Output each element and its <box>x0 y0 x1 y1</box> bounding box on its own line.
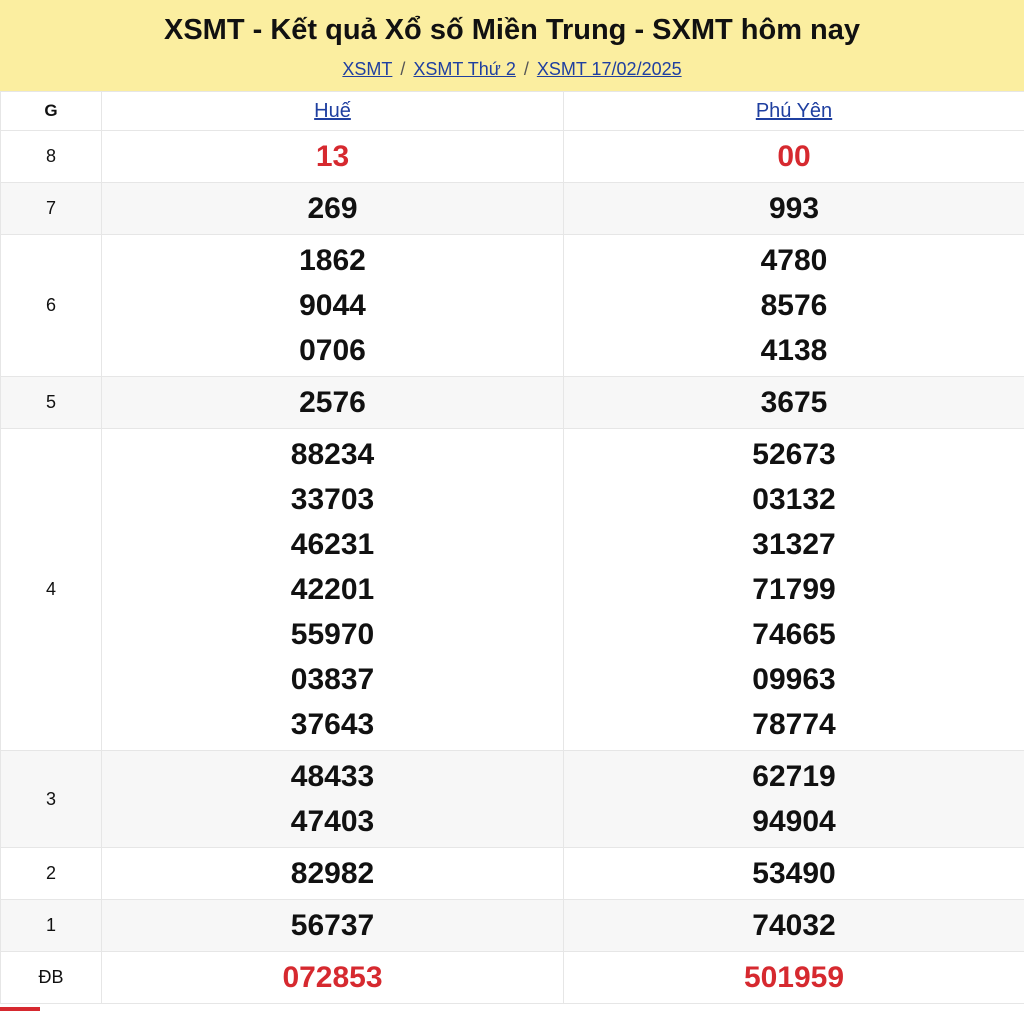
result-number: 2576 <box>299 386 366 419</box>
result-cell-phu-yen: 993 <box>563 182 1024 235</box>
result-cell-phu-yen: 00 <box>563 130 1024 183</box>
result-cell-phu-yen: 52673 03132 31327 71799 74665 09963 78774 <box>563 428 1024 751</box>
prize-label: 2 <box>0 847 102 900</box>
result-number: 53490 <box>752 857 836 890</box>
result-number: 71799 <box>752 573 836 606</box>
table-row: 5 2576 3675 <box>0 376 1024 429</box>
prize-label: 6 <box>0 234 102 377</box>
table-row: 2 82982 53490 <box>0 847 1024 900</box>
result-number: 48433 <box>290 760 375 793</box>
station-link-hue[interactable]: Huế <box>314 100 351 122</box>
table-row: 8 13 00 <box>0 130 1024 183</box>
result-cell-hue: 48433 47403 <box>101 750 564 848</box>
result-number: 31327 <box>752 528 836 561</box>
page-header: XSMT - Kết quả Xổ số Miền Trung - SXMT h… <box>0 0 1024 91</box>
result-cell-hue: 82982 <box>101 847 564 900</box>
prize-label: 3 <box>0 750 102 848</box>
result-number: 56737 <box>290 909 375 942</box>
decorative-red-bar <box>0 1007 40 1011</box>
result-cell-hue: 13 <box>101 130 564 183</box>
result-cell-phu-yen: 3675 <box>563 376 1024 429</box>
result-cell-hue: 56737 <box>101 899 564 952</box>
result-number: 82982 <box>290 857 375 890</box>
result-number: 13 <box>315 140 350 173</box>
table-row: 4 88234 33703 46231 42201 55970 03837 37643 5267… <box>0 428 1024 751</box>
result-cell-hue: 269 <box>101 182 564 235</box>
prize-label: 4 <box>0 428 102 751</box>
result-number: 47403 <box>290 805 375 838</box>
prize-label: 8 <box>0 130 102 183</box>
result-number: 94904 <box>752 805 836 838</box>
result-cell-phu-yen: 4780 8576 4138 <box>563 234 1024 377</box>
result-number: 42201 <box>290 573 375 606</box>
result-number: 1862 <box>299 244 366 277</box>
result-number: 46231 <box>290 528 375 561</box>
breadcrumb: XSMT / XSMT Thứ 2 / XSMT 17/02/2025 <box>0 57 1024 81</box>
result-number: 55970 <box>290 618 375 651</box>
result-number: 4138 <box>760 334 828 367</box>
prize-column-header: G <box>0 91 102 131</box>
result-number: 4780 <box>760 244 828 277</box>
result-cell-hue: 072853 <box>101 951 564 1004</box>
result-number: 74032 <box>752 909 836 942</box>
result-number: 00 <box>777 140 811 173</box>
result-number: 74665 <box>752 618 836 651</box>
prize-label: 1 <box>0 899 102 952</box>
breadcrumb-xsmt-date[interactable]: XSMT 17/02/2025 <box>537 59 682 79</box>
result-cell-phu-yen: 501959 <box>563 951 1024 1004</box>
result-cell-hue: 1862 9044 0706 <box>101 234 564 377</box>
result-number: 993 <box>768 192 820 225</box>
prize-label: 7 <box>0 182 102 235</box>
result-number: 501959 <box>743 961 845 994</box>
prize-label: 5 <box>0 376 102 429</box>
table-row: ĐB 072853 501959 <box>0 951 1024 1004</box>
result-number: 0706 <box>299 334 366 367</box>
breadcrumb-xsmt[interactable]: XSMT <box>342 59 392 79</box>
result-number: 072853 <box>282 961 383 994</box>
table-header-row: G Huế Phú Yên <box>0 91 1024 131</box>
result-number: 78774 <box>752 708 836 741</box>
table-row: 1 56737 74032 <box>0 899 1024 952</box>
breadcrumb-separator: / <box>523 59 529 79</box>
result-number: 88234 <box>290 438 375 471</box>
result-cell-phu-yen: 53490 <box>563 847 1024 900</box>
result-cell-hue: 88234 33703 46231 42201 55970 03837 37643 <box>101 428 564 751</box>
page-title: XSMT - Kết quả Xổ số Miền Trung - SXMT h… <box>163 14 861 46</box>
table-row: 3 48433 47403 62719 94904 <box>0 750 1024 848</box>
breadcrumb-xsmt-thu-2[interactable]: XSMT Thứ 2 <box>413 59 515 79</box>
station-link-phu-yen[interactable]: Phú Yên <box>756 100 832 122</box>
result-number: 52673 <box>752 438 836 471</box>
result-number: 03837 <box>290 663 375 696</box>
result-cell-phu-yen: 74032 <box>563 899 1024 952</box>
result-cell-phu-yen: 62719 94904 <box>563 750 1024 848</box>
result-number: 33703 <box>290 483 375 516</box>
station-header-hue: Huế <box>101 91 564 131</box>
result-number: 8576 <box>760 289 828 322</box>
result-number: 269 <box>307 192 358 225</box>
table-row: 6 1862 9044 0706 4780 8576 4138 <box>0 234 1024 377</box>
results-table: G Huế Phú Yên 8 13 00 7 269 993 6 1862 9044 0706 4… <box>0 91 1024 1004</box>
result-cell-hue: 2576 <box>101 376 564 429</box>
result-number: 62719 <box>752 760 836 793</box>
breadcrumb-separator: / <box>400 59 406 79</box>
result-number: 09963 <box>752 663 836 696</box>
result-number: 3675 <box>760 386 828 419</box>
table-row: 7 269 993 <box>0 182 1024 235</box>
result-number: 37643 <box>290 708 375 741</box>
prize-label: ĐB <box>0 951 102 1004</box>
result-number: 9044 <box>299 289 366 322</box>
result-number: 03132 <box>752 483 836 516</box>
station-header-phu-yen: Phú Yên <box>563 91 1024 131</box>
